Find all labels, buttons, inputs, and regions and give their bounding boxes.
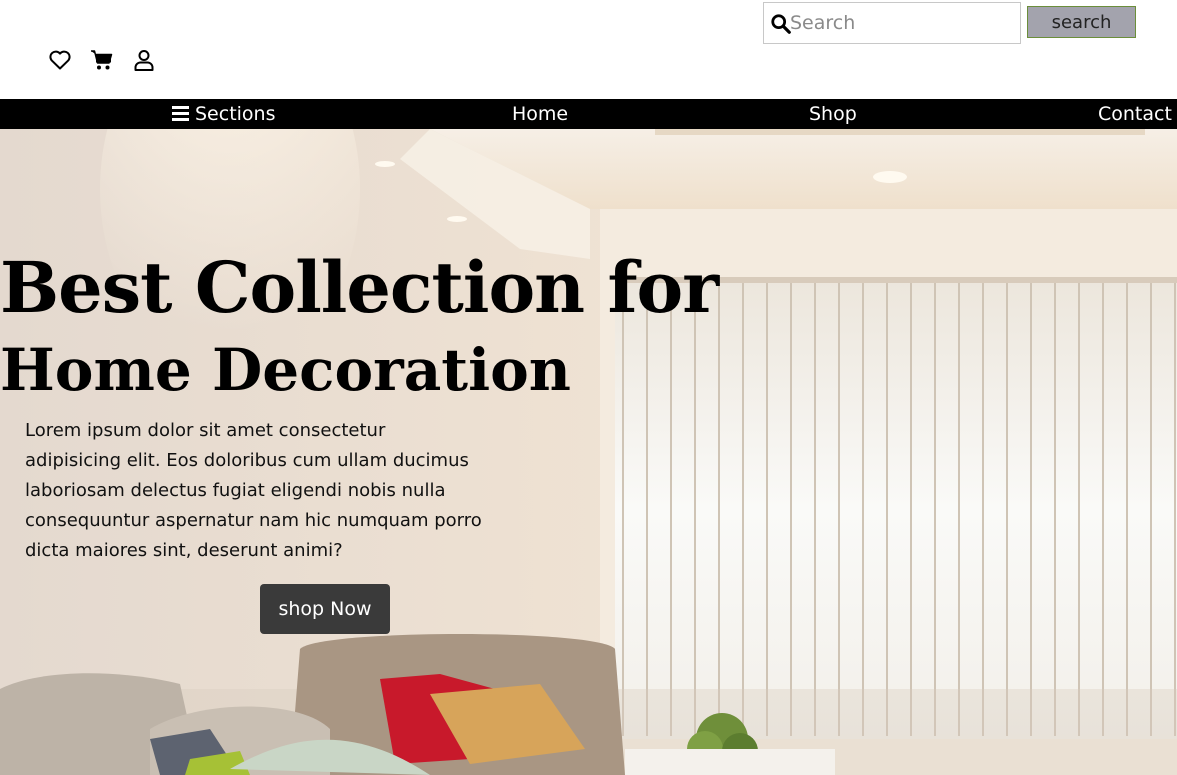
blind-slat	[886, 281, 888, 736]
blind-slat	[718, 281, 720, 736]
blind-slat	[814, 281, 816, 736]
main-nav: Sections Home Shop Contact	[0, 99, 1177, 129]
blind-slat	[766, 281, 768, 736]
blind-slat	[622, 281, 624, 736]
blind-slat	[742, 281, 744, 736]
blind-slat	[1078, 281, 1080, 736]
user-actions	[48, 48, 156, 72]
blind-slat	[790, 281, 792, 736]
hero-description: Lorem ipsum dolor sit amet consectetur a…	[25, 420, 482, 561]
cart-icon[interactable]	[90, 48, 114, 72]
blind-slat	[1174, 281, 1176, 736]
nav-shop[interactable]: Shop	[809, 102, 857, 126]
top-header: search	[0, 0, 1177, 99]
hero-title-line1: Best Collection for	[0, 246, 719, 329]
blind-slat	[694, 281, 696, 736]
blind-slat	[958, 281, 960, 736]
nav-home[interactable]: Home	[512, 102, 568, 126]
blind-slat	[646, 281, 648, 736]
nav-sections-label: Sections	[195, 103, 276, 125]
blind-slat	[1006, 281, 1008, 736]
search-icon	[771, 14, 791, 34]
blind-slat	[982, 281, 984, 736]
shop-now-button[interactable]: shop Now	[260, 584, 390, 634]
blind-slat	[934, 281, 936, 736]
blind-slat	[670, 281, 672, 736]
blind-slat	[838, 281, 840, 736]
blind-slat	[1126, 281, 1128, 736]
hero-title-line2: Home Decoration	[0, 336, 571, 404]
user-icon[interactable]	[132, 48, 156, 72]
blind-slat	[910, 281, 912, 736]
blind-slat	[862, 281, 864, 736]
nav-sections[interactable]: Sections	[172, 102, 276, 126]
hero-banner: Best Collection for Home Decoration Lore…	[0, 129, 1177, 775]
blind-slat	[1150, 281, 1152, 736]
menu-icon	[172, 106, 189, 122]
blind-slat	[1054, 281, 1056, 736]
search-button[interactable]: search	[1027, 6, 1136, 38]
heart-icon[interactable]	[48, 48, 72, 72]
search-input[interactable]	[790, 7, 1016, 39]
nav-contact[interactable]: Contact	[1098, 102, 1172, 126]
blind-slat	[1030, 281, 1032, 736]
blind-slat	[1102, 281, 1104, 736]
search-box[interactable]	[763, 2, 1021, 44]
